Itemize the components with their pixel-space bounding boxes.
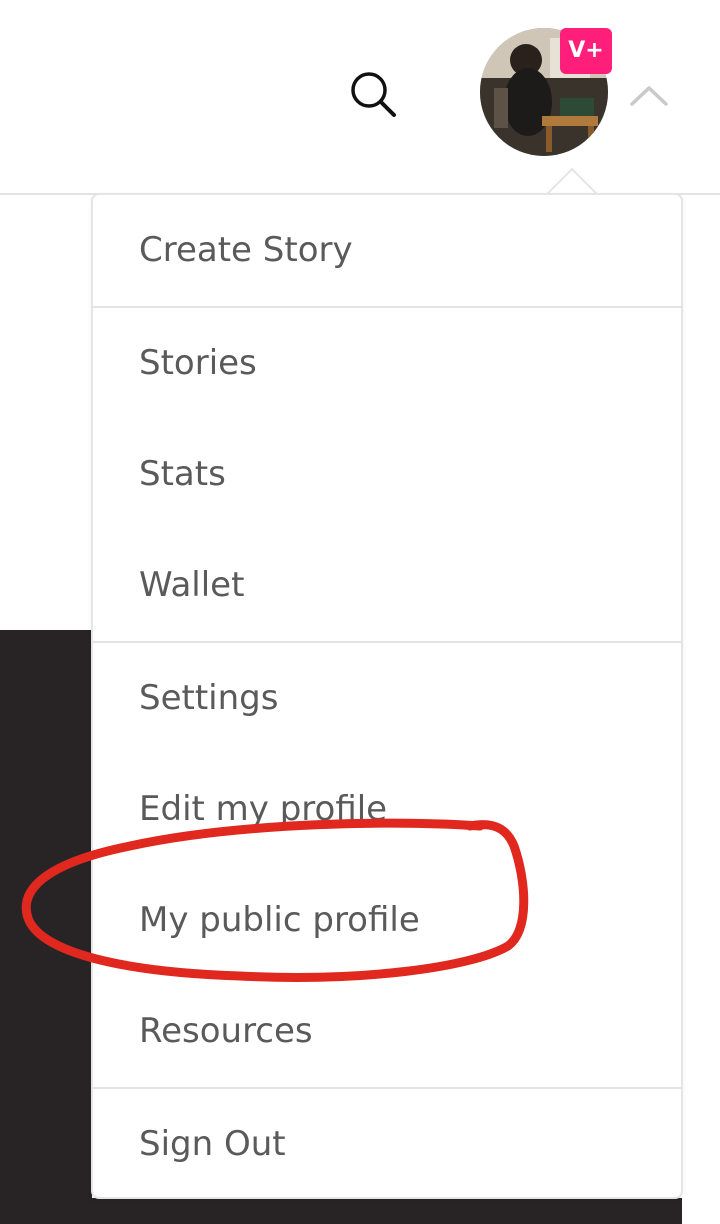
menu-item-sign-out[interactable]: Sign Out [93, 1089, 681, 1200]
background-panel [0, 630, 92, 1224]
user-dropdown-menu: Create Story Stories Stats Wallet Settin… [91, 193, 683, 1199]
menu-section-create: Create Story [93, 195, 681, 308]
menu-item-stories[interactable]: Stories [93, 308, 681, 419]
menu-section-signout: Sign Out [93, 1089, 681, 1200]
dropdown-caret [546, 167, 598, 195]
menu-item-create-story[interactable]: Create Story [93, 195, 681, 306]
menu-section-account: Settings Edit my profile My public profi… [93, 643, 681, 1089]
premium-badge: V+ [560, 28, 612, 74]
chevron-up-icon[interactable] [628, 80, 670, 110]
top-header: V+ [0, 0, 720, 195]
search-icon[interactable] [345, 66, 401, 122]
menu-item-wallet[interactable]: Wallet [93, 530, 681, 641]
menu-item-stats[interactable]: Stats [93, 419, 681, 530]
menu-section-content: Stories Stats Wallet [93, 308, 681, 643]
menu-item-settings[interactable]: Settings [93, 643, 681, 754]
avatar-button[interactable]: V+ [480, 28, 612, 158]
menu-item-resources[interactable]: Resources [93, 976, 681, 1087]
menu-item-edit-profile[interactable]: Edit my profile [93, 754, 681, 865]
menu-item-public-profile[interactable]: My public profile [93, 865, 681, 976]
background-panel-bottom [92, 1198, 682, 1224]
